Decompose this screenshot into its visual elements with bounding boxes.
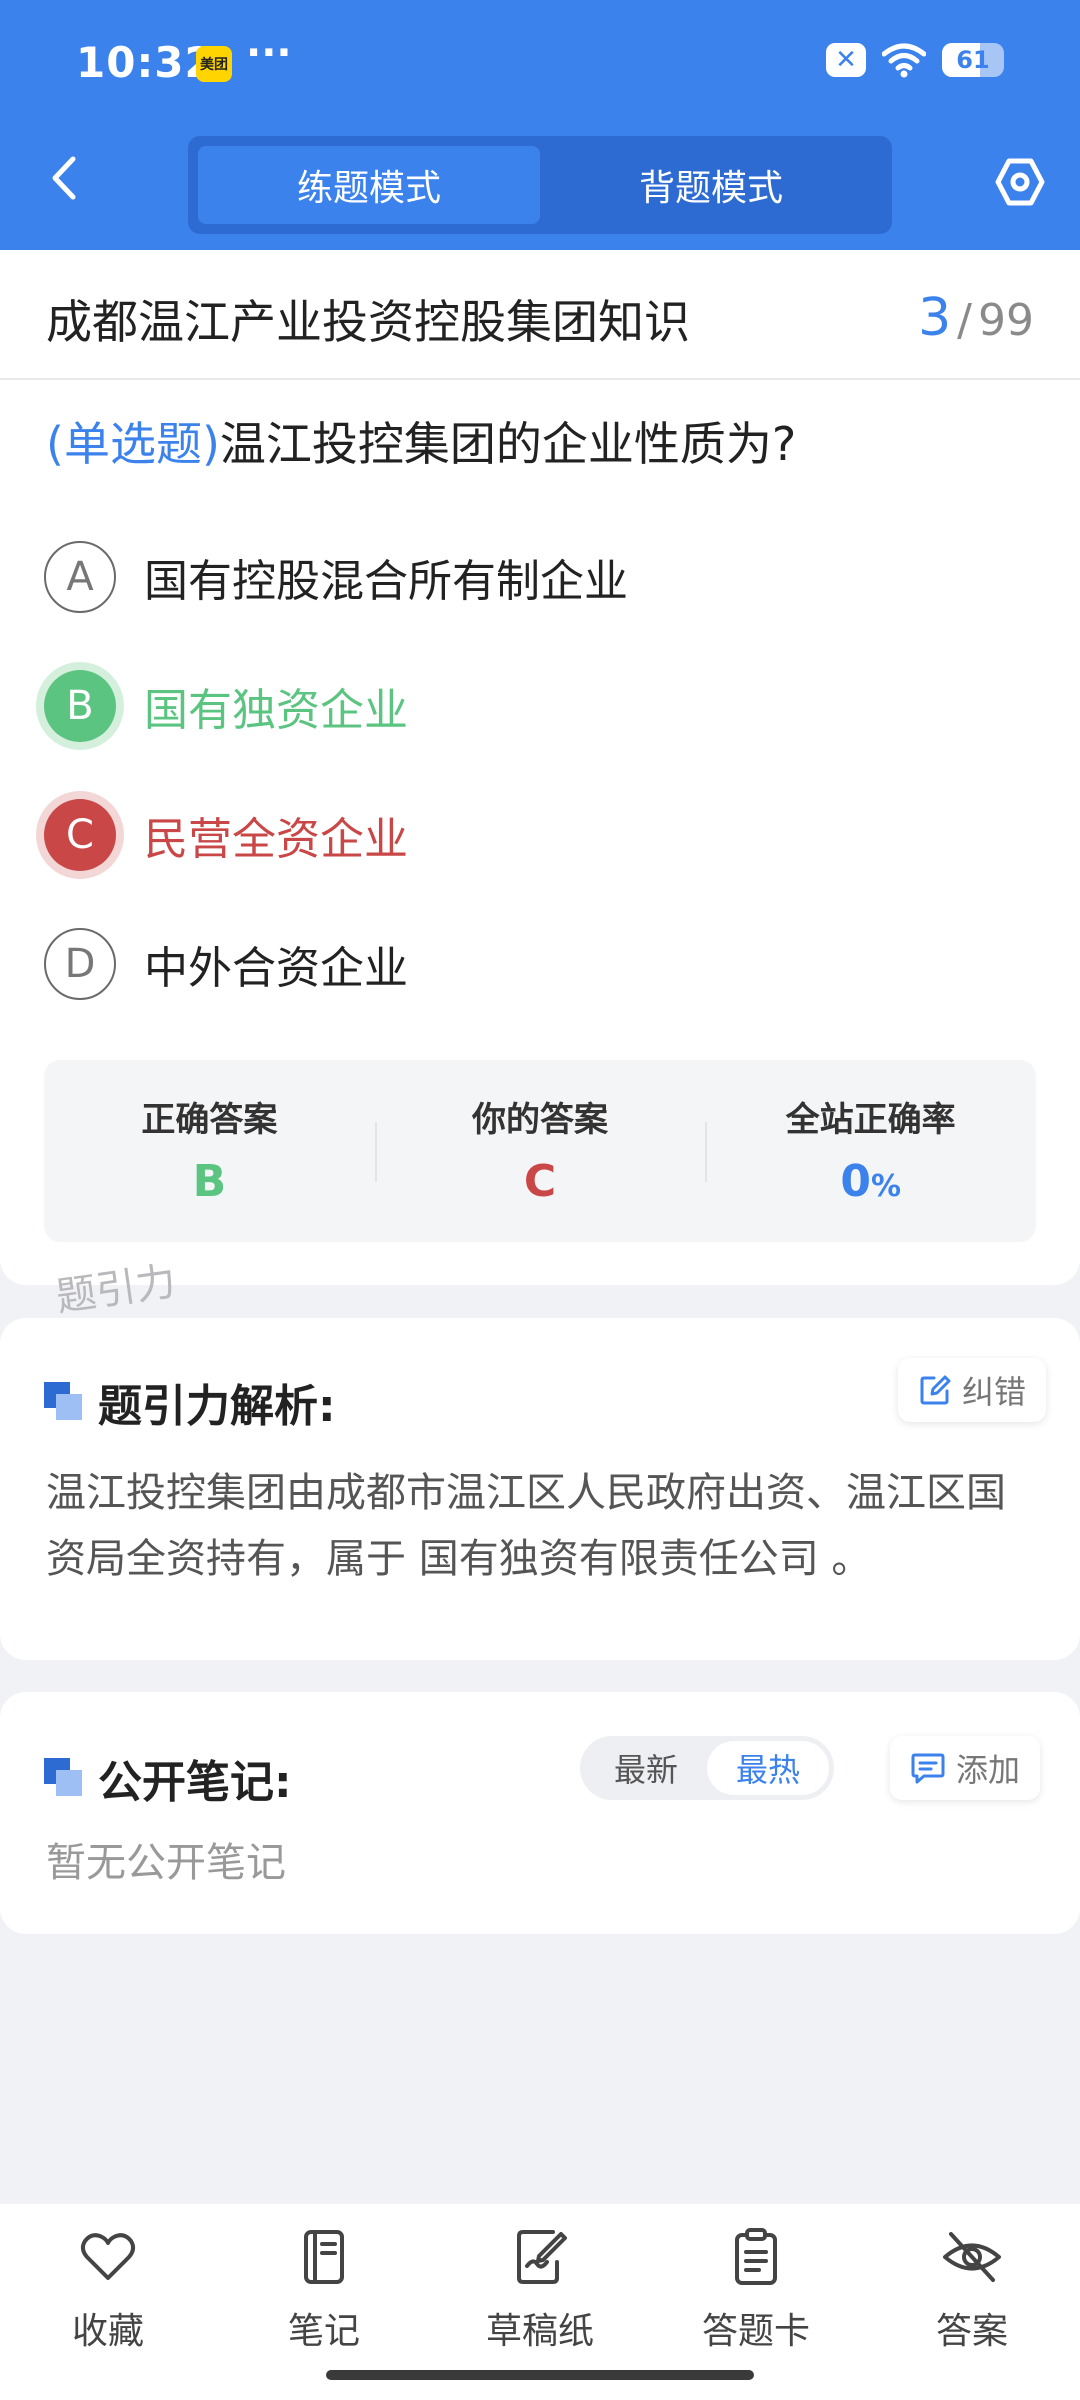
option-text: 中外合资企业 (144, 943, 408, 994)
option-text: 国有控股混合所有制企业 (144, 556, 628, 607)
nav-label: 答题卡 (701, 2311, 810, 2352)
option-letter: C (44, 799, 116, 871)
answer-stats-panel: 正确答案 B 你的答案 C 全站正确率 0% (44, 1060, 1036, 1242)
option-text: 民营全资企业 (144, 814, 408, 865)
option-a[interactable]: A 国有控股混合所有制企业 (44, 537, 1024, 617)
add-note-label: 添加 (956, 1751, 1021, 1789)
section-marker-icon (44, 1758, 84, 1798)
stat-value: C (523, 1156, 557, 1207)
nav-answer[interactable]: 答案 (864, 2204, 1080, 2400)
battery-level: 61 (956, 46, 990, 74)
draft-paper-icon (517, 2230, 567, 2284)
option-c[interactable]: C 民营全资企业 (44, 795, 1024, 875)
status-time: 10:32 (76, 38, 215, 87)
stat-correct-answer: 正确答案 B (44, 1060, 375, 1242)
notes-empty-text: 暂无公开笔记 (46, 1840, 286, 1886)
eye-off-icon (943, 2232, 1001, 2282)
section-marker-icon (44, 1382, 84, 1422)
header-bar: 10:32 美团 ··· ✕ 61 练题模式 背题模式 (0, 0, 1080, 250)
heart-icon (80, 2233, 136, 2280)
notes-heading: 公开笔记: (44, 1746, 292, 1810)
answer-sheet-icon (735, 2228, 777, 2285)
stat-value: 0% (705, 1156, 1036, 1207)
question-text: 温江投控集团的企业性质为? (219, 417, 797, 471)
accuracy-unit: % (870, 1169, 902, 1204)
nav-label: 收藏 (71, 2311, 144, 2352)
settings-hexagon-icon (995, 158, 1045, 206)
option-b[interactable]: B 国有独资企业 (44, 666, 1024, 746)
question-type: (单选题) (46, 417, 220, 471)
home-indicator[interactable] (326, 2370, 754, 2380)
stat-site-accuracy: 全站正确率 0% (705, 1060, 1036, 1242)
more-notifications-icon: ··· (246, 30, 292, 76)
question-card: 成都温江产业投资控股集团知识 3/99 (单选题)温江投控集团的企业性质为? A… (0, 250, 1080, 1285)
question-progress: 3/99 (918, 288, 1034, 348)
question-bank-header: 成都温江产业投资控股集团知识 3/99 (0, 250, 1080, 380)
public-notes-card: 公开笔记: 最新 最热 添加 暂无公开笔记 (0, 1692, 1080, 1934)
report-error-button[interactable]: 纠错 (898, 1358, 1047, 1422)
option-letter: A (44, 541, 116, 613)
notes-sort-toggle: 最新 最热 (580, 1736, 834, 1800)
status-icons: ✕ 61 (826, 42, 1004, 78)
battery-icon: 61 (942, 43, 1004, 77)
analysis-heading: 题引力解析: (44, 1370, 336, 1434)
tab-memorize-mode[interactable]: 背题模式 (540, 146, 882, 224)
nav-label: 草稿纸 (485, 2311, 594, 2352)
nav-favorite[interactable]: 收藏 (0, 2204, 216, 2400)
mode-switch: 练题模式 背题模式 (188, 136, 892, 234)
settings-button[interactable] (990, 152, 1050, 212)
tab-practice-mode[interactable]: 练题模式 (198, 146, 540, 224)
sort-hottest[interactable]: 最热 (707, 1741, 829, 1795)
add-note-button[interactable]: 添加 (890, 1736, 1041, 1800)
accuracy-number: 0 (840, 1156, 871, 1207)
wifi-icon (882, 43, 926, 78)
analysis-text: 温江投控集团由成都市温江区人民政府出资、温江区国资局全资持有，属于 国有独资有限… (46, 1470, 1006, 1582)
analysis-title: 题引力解析: (98, 1381, 336, 1432)
meituan-notification-icon: 美团 (196, 46, 232, 82)
notebook-icon (304, 2230, 344, 2284)
option-d[interactable]: D 中外合资企业 (44, 924, 1024, 1004)
stat-label: 全站正确率 (785, 1100, 956, 1140)
progress-separator: / (957, 295, 972, 346)
question-stem: (单选题)温江投控集团的企业性质为? (46, 408, 796, 474)
status-bar: 10:32 美团 ··· ✕ 61 (0, 0, 1080, 125)
stat-label: 你的答案 (472, 1100, 608, 1140)
no-sim-icon: ✕ (826, 43, 866, 77)
stat-value: B (192, 1156, 227, 1207)
notes-title: 公开笔记: (98, 1757, 292, 1808)
progress-total: 99 (978, 295, 1034, 346)
nav-label: 答案 (935, 2311, 1008, 2352)
option-text: 国有独资企业 (144, 685, 408, 736)
question-bank-title: 成都温江产业投资控股集团知识 (46, 295, 690, 349)
edit-icon (920, 1375, 951, 1405)
chevron-left-icon (52, 156, 76, 200)
sort-newest[interactable]: 最新 (585, 1741, 707, 1795)
nav-label: 笔记 (287, 2311, 360, 2352)
progress-current: 3 (918, 288, 952, 348)
stat-your-answer: 你的答案 C (374, 1060, 706, 1242)
report-error-label: 纠错 (962, 1373, 1027, 1411)
option-letter: B (44, 670, 116, 742)
analysis-card: 题引力解析: 纠错 温江投控集团由成都市温江区人民政府出资、温江区国资局全资持有… (0, 1318, 1080, 1660)
back-button[interactable] (36, 150, 92, 206)
comment-icon (911, 1753, 945, 1784)
option-letter: D (44, 928, 116, 1000)
stat-label: 正确答案 (141, 1100, 278, 1140)
